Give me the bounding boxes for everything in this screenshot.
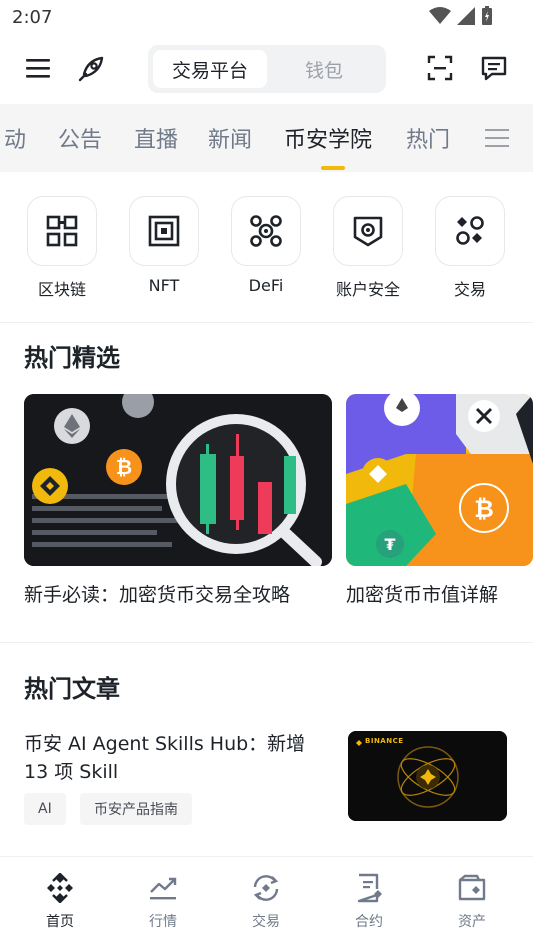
menu-icon[interactable] [22,52,54,84]
quick-link-box [333,196,403,266]
featured-card-caption[interactable]: 加密货币市值详解 [346,580,498,607]
tab-trending[interactable]: 热门 [406,122,450,154]
shield-icon [353,216,383,247]
nft-icon [148,215,180,247]
binance-home-icon [20,871,100,905]
featured-card-market-cap[interactable]: ₿ ₮ [346,394,533,566]
tab-live[interactable]: 直播 [134,122,178,154]
thumbnail-brand-text: BINANCE [365,737,404,745]
quick-link-blockchain[interactable]: 区块链 [12,196,112,300]
nav-home[interactable]: 首页 [20,871,100,931]
quick-link-trade[interactable]: 交易 [420,196,520,300]
system-icons [429,6,493,26]
quick-links: 区块链 NFT DeFi 账户安全 交易 [0,196,533,306]
battery-icon [482,6,492,25]
platform-segmented-control: 交易平台 钱包 [148,45,386,93]
tab-activity[interactable]: 动 [4,122,26,154]
messages-icon[interactable] [478,52,510,84]
nav-label: 行情 [149,914,177,930]
signal-icon [457,7,475,25]
quick-link-box [27,196,97,266]
article-title[interactable]: 币安 AI Agent Skills Hub：新增 13 项 Skill [24,730,324,786]
featured-card-caption[interactable]: 新手必读：加密货币交易全攻略 [24,580,290,607]
tab-news[interactable]: 新闻 [208,122,252,154]
tab-binance-academy[interactable]: 币安学院 [284,122,372,154]
quick-link-label: 交易 [453,280,486,299]
quick-link-label: 区块链 [37,280,86,299]
nav-label: 交易 [252,914,280,930]
nav-trade[interactable]: 交易 [226,871,306,931]
articles-section-title: 热门文章 [24,675,120,703]
nav-label: 首页 [46,914,74,930]
category-tabs: 动 公告 直播 新闻 币安学院 热门 [0,104,533,172]
quick-link-account-security[interactable]: 账户安全 [318,196,418,300]
featured-section-title: 热门精选 [24,344,120,372]
quick-link-box [129,196,199,266]
section-divider [0,642,533,643]
featured-card-beginner-guide[interactable]: ₿ [24,394,332,566]
scan-icon[interactable] [424,52,456,84]
rocket-icon[interactable] [76,52,108,84]
svg-text:₿: ₿ [474,495,494,523]
defi-icon [250,215,282,247]
nav-markets[interactable]: 行情 [123,871,203,931]
article-thumbnail[interactable]: BINANCE [348,731,507,821]
tab-announcements[interactable]: 公告 [58,122,102,154]
section-divider [0,322,533,323]
segment-exchange[interactable]: 交易平台 [153,50,267,88]
quick-link-label: 账户安全 [335,280,400,299]
futures-doc-icon [329,871,409,905]
card-illustration-crypto-shapes: ₿ ₮ [346,394,533,566]
svg-text:₿: ₿ [116,455,132,479]
nav-futures[interactable]: 合约 [329,871,409,931]
wifi-icon [429,7,451,24]
bottom-navigation: 首页 行情 交易 合约 资产 [0,856,533,948]
blocks-icon [46,215,78,247]
trade-swap-icon [226,871,306,905]
wallet-icon [432,871,512,905]
active-tab-indicator [321,166,345,170]
article-tag-ai[interactable]: AI [24,793,66,825]
quick-link-nft[interactable]: NFT [114,196,214,295]
quick-link-label: NFT [148,276,180,295]
nav-assets[interactable]: 资产 [432,871,512,931]
card-illustration-magnifier: ₿ [24,394,332,566]
quick-link-box [435,196,505,266]
status-bar: 2:07 [0,0,533,36]
svg-text:₮: ₮ [384,535,395,554]
trade-icon [456,216,484,245]
nav-label: 合约 [355,914,383,930]
category-menu-icon[interactable] [485,128,509,152]
status-time: 2:07 [12,7,53,28]
top-header: 交易平台 钱包 [0,36,533,102]
article-tag-product-guide[interactable]: 币安产品指南 [80,793,192,825]
quick-link-box [231,196,301,266]
quick-link-label: DeFi [248,276,284,295]
market-chart-icon [123,871,203,905]
segment-wallet[interactable]: 钱包 [267,50,381,88]
nav-label: 资产 [458,914,486,930]
quick-link-defi[interactable]: DeFi [216,196,316,295]
